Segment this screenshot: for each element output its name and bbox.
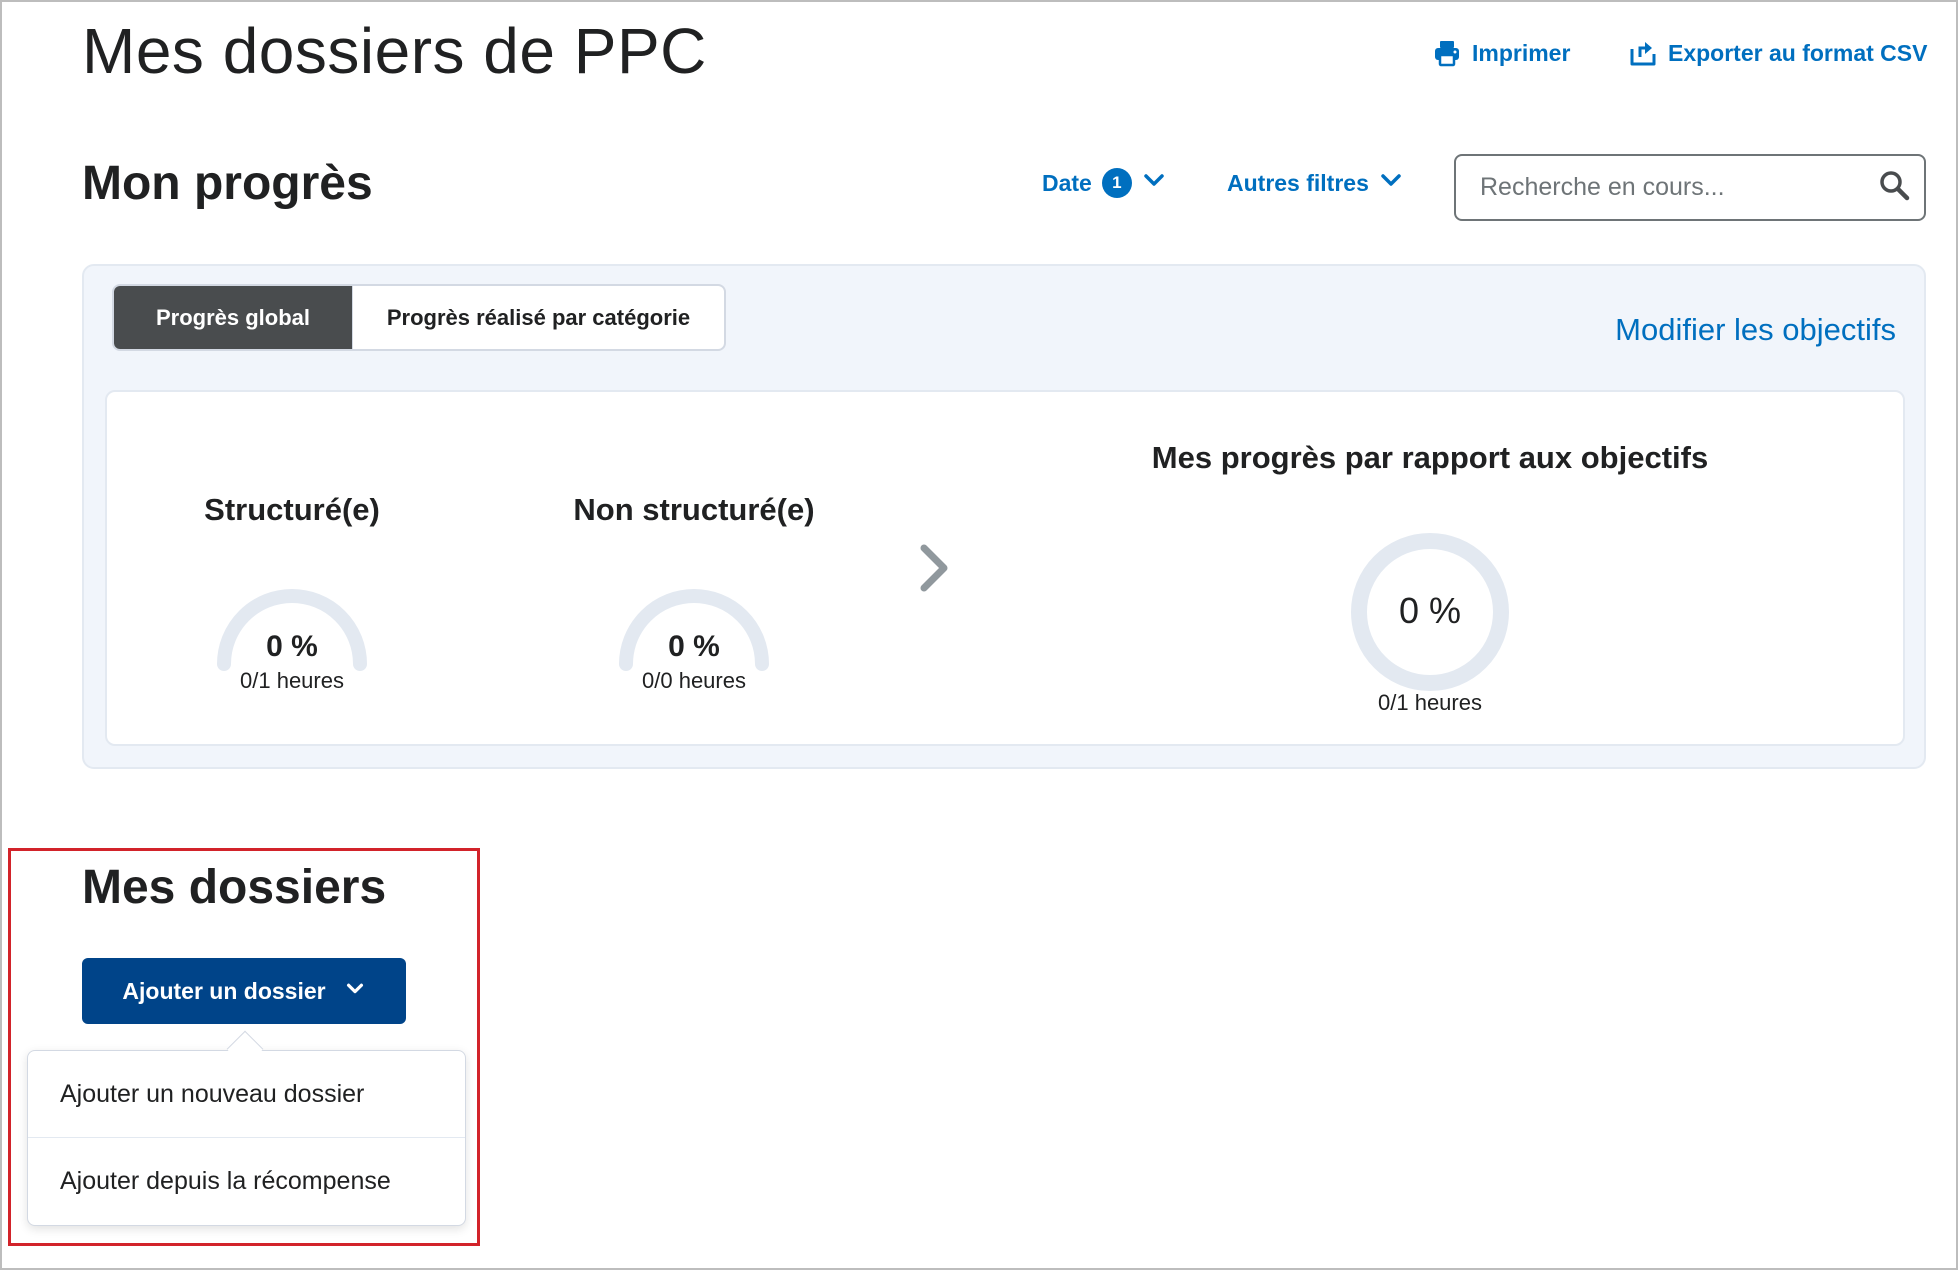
tab-progress-by-category[interactable]: Progrès réalisé par catégorie [352, 286, 724, 349]
export-csv-button[interactable]: Exporter au format CSV [1628, 38, 1927, 68]
edit-goals-link[interactable]: Modifier les objectifs [1615, 312, 1896, 348]
unstructured-title: Non structuré(e) [573, 492, 815, 527]
add-folder-label: Ajouter un dossier [122, 977, 326, 1004]
unstructured-percent: 0 % [668, 630, 720, 663]
structured-title: Structuré(e) [204, 492, 380, 527]
print-label: Imprimer [1472, 39, 1571, 66]
chevron-down-icon [1379, 168, 1403, 198]
search-field [1454, 154, 1926, 221]
printer-icon [1432, 38, 1462, 68]
progress-view-toggle: Progrès global Progrès réalisé par catég… [112, 284, 726, 351]
goals-percent: 0 % [1398, 590, 1462, 631]
export-label: Exporter au format CSV [1668, 39, 1928, 66]
progress-section-title: Mon progrès [82, 157, 373, 210]
print-button[interactable]: Imprimer [1432, 38, 1570, 68]
date-filter-count-badge: 1 [1101, 168, 1132, 198]
structured-percent: 0 % [266, 630, 318, 663]
date-filter-label: Date [1042, 169, 1092, 196]
folders-section-title: Mes dossiers [82, 861, 387, 914]
structured-hours: 0/1 heures [240, 668, 344, 693]
page-title: Mes dossiers de PPC [82, 15, 707, 87]
goals-hours: 0/1 heures [1378, 690, 1482, 715]
other-filters-dropdown[interactable]: Autres filtres [1227, 168, 1403, 198]
other-filters-label: Autres filtres [1227, 169, 1369, 196]
search-icon[interactable] [1878, 169, 1910, 206]
add-folder-menu: Ajouter un nouveau dossier Ajouter depui… [27, 1050, 466, 1226]
add-folder-button[interactable]: Ajouter un dossier [82, 958, 406, 1024]
export-icon [1628, 38, 1658, 68]
date-filter-dropdown[interactable]: Date 1 [1042, 168, 1166, 198]
search-input[interactable] [1480, 173, 1878, 202]
tab-overall-progress[interactable]: Progrès global [114, 286, 352, 349]
unstructured-hours: 0/0 heures [642, 668, 746, 693]
chevron-right-icon[interactable] [916, 540, 952, 601]
goals-progress-title: Mes progrès par rapport aux objectifs [1151, 440, 1709, 475]
chevron-down-icon [344, 977, 366, 1005]
menu-item-from-award[interactable]: Ajouter depuis la récompense [28, 1138, 465, 1224]
chevron-down-icon [1142, 168, 1166, 198]
